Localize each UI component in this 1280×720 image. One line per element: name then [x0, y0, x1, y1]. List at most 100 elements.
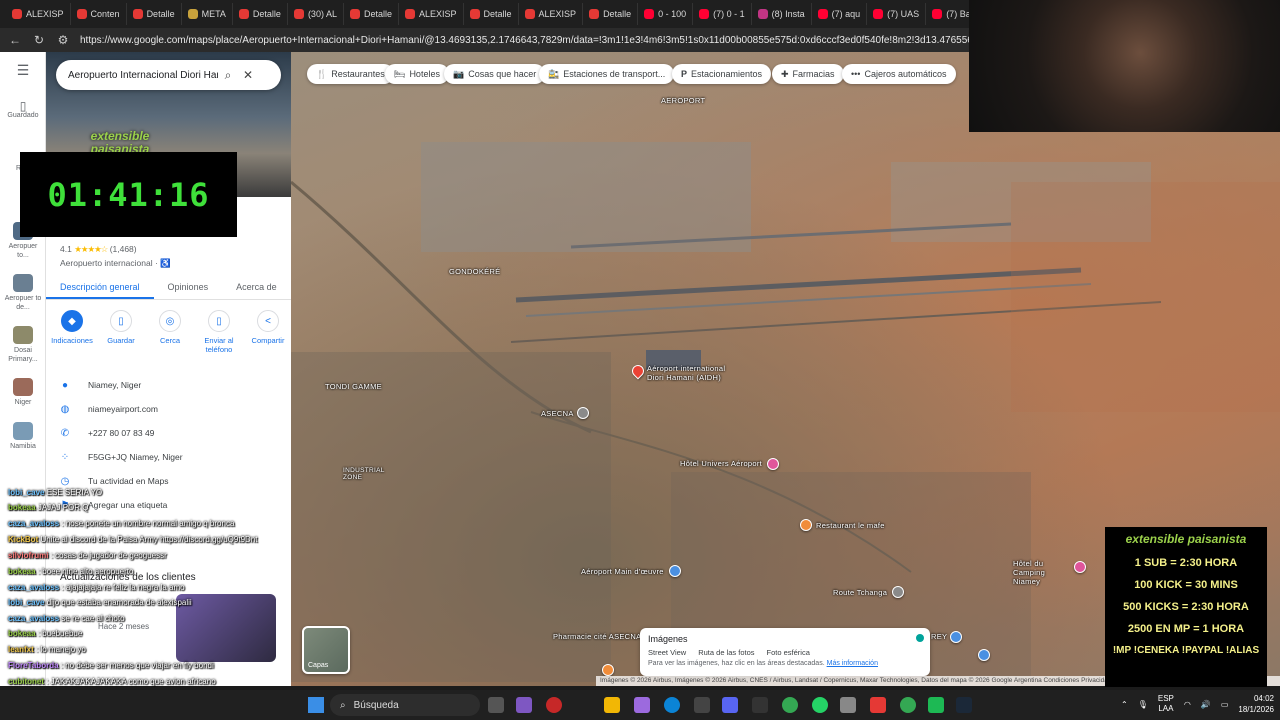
browser-tab[interactable]: 0 - 100	[638, 3, 694, 25]
chat-username[interactable]: caza_avaloss	[8, 583, 59, 592]
hotel-pin-icon[interactable]	[1074, 561, 1086, 573]
nearby-button[interactable]: ◎ Cerca	[148, 310, 192, 354]
chip-things-to-do[interactable]: 📷 Cosas que hacer	[444, 64, 546, 84]
chevron-up-icon[interactable]: ⌃	[1121, 700, 1128, 709]
rail-item-saved[interactable]: ▯ Guardado	[2, 100, 44, 120]
search-input[interactable]	[68, 69, 218, 81]
info-plus-code[interactable]: ⁘ F5GG+JQ Niamey, Niger	[60, 447, 285, 467]
chat-username[interactable]: bokeaa	[8, 567, 36, 576]
chat-username[interactable]: lobi_cave	[8, 488, 44, 497]
map-label-hotel-univers[interactable]: Hôtel Univers Aéroport	[680, 459, 762, 468]
chip-transit[interactable]: 🚉 Estaciones de transport...	[539, 64, 675, 84]
map-label-pharmacie[interactable]: Pharmacie cité ASECNA	[553, 632, 641, 641]
menu-icon[interactable]: ☰	[2, 63, 44, 77]
close-icon[interactable]: ✕	[238, 68, 258, 82]
kick-icon[interactable]	[928, 697, 944, 713]
browser-tab[interactable]: Detalle	[464, 3, 519, 25]
chat-username[interactable]: cubitonet	[8, 677, 44, 686]
chip-atms[interactable]: ••• Cajeros automáticos	[842, 64, 956, 84]
info-website[interactable]: ◍ niameyairport.com	[60, 399, 285, 419]
copilot-icon[interactable]	[516, 697, 532, 713]
tab-about[interactable]: Acerca de	[222, 278, 291, 299]
chip-parking[interactable]: P Estacionamientos	[672, 64, 772, 84]
battery-icon[interactable]: ▭	[1221, 700, 1229, 709]
rail-item-recent-place-5[interactable]: Namibia	[2, 422, 44, 451]
browser-tab[interactable]: ALEXISP	[399, 3, 464, 25]
back-icon[interactable]: ←	[8, 33, 22, 47]
chat-username[interactable]: caza_avaloss	[8, 519, 59, 528]
browser-tab[interactable]: Conten	[71, 3, 127, 25]
chat-username[interactable]: lobi_cave	[8, 598, 44, 607]
chat-username[interactable]: bokeaa	[8, 629, 36, 638]
browser-tab[interactable]: (7) UAS	[867, 3, 927, 25]
maps-search-box[interactable]: ⌕ ✕	[56, 60, 281, 90]
mic-icon[interactable]: 🎙	[1138, 700, 1148, 709]
hotel-pin-icon[interactable]	[767, 458, 779, 470]
poi-pin-icon[interactable]	[602, 664, 614, 676]
url-field[interactable]: https://www.google.com/maps/place/Aeropu…	[80, 35, 980, 46]
browser-tab[interactable]: (8) Insta	[752, 3, 812, 25]
info-phone[interactable]: ✆ +227 80 07 83 49	[60, 423, 285, 443]
taskbar-search[interactable]: ⌕ Búsqueda	[330, 694, 480, 716]
chat-username[interactable]: bokeaa	[8, 503, 36, 512]
browser-tab[interactable]: META	[182, 3, 233, 25]
map-label-hotel-camping[interactable]: Hôtel du Camping Niamey	[1013, 559, 1073, 586]
street-view-option[interactable]: Street View	[648, 648, 686, 657]
browser-tab[interactable]: ALEXISP	[519, 3, 584, 25]
rail-item-recent-place-2[interactable]: Aeropuer to de...	[2, 274, 44, 312]
poi-pin-icon[interactable]	[892, 586, 904, 598]
browser-tab[interactable]: ALEXISP	[6, 3, 71, 25]
steam-icon[interactable]	[956, 697, 972, 713]
opera-icon[interactable]	[546, 697, 562, 713]
map-label-airport[interactable]: Aéroport international Diori Hamani (AID…	[647, 364, 737, 382]
app-icon[interactable]	[694, 697, 710, 713]
images-toggle-icon[interactable]	[916, 634, 924, 642]
photosphere-option[interactable]: Foto esférica	[767, 648, 810, 657]
clock[interactable]: 04:02 18/1/2026	[1238, 693, 1274, 715]
terminal-icon[interactable]	[752, 697, 768, 713]
discord-icon[interactable]	[722, 697, 738, 713]
send-to-phone-button[interactable]: ▯ Enviar al teléfono	[197, 310, 241, 354]
rail-item-recent-place-4[interactable]: Niger	[2, 378, 44, 407]
more-info-link[interactable]: Más información	[827, 660, 878, 667]
obs-icon[interactable]	[870, 697, 886, 713]
restaurant-pin-icon[interactable]	[800, 519, 812, 531]
browser-tab[interactable]: (30) AL	[288, 3, 344, 25]
map-label-aeroport-main[interactable]: Aéroport Main d'œuvre	[581, 567, 664, 576]
edge-icon[interactable]	[664, 697, 680, 713]
chrome-icon[interactable]	[782, 697, 798, 713]
whatsapp-icon[interactable]	[812, 697, 828, 713]
chat-username[interactable]: silviofrumi	[8, 551, 48, 560]
tab-overview[interactable]: Descripción general	[46, 278, 154, 299]
photo-path-option[interactable]: Ruta de las fotos	[698, 648, 754, 657]
chip-restaurants[interactable]: 🍴 Restaurantes	[307, 64, 394, 84]
file-explorer-icon[interactable]	[604, 697, 620, 713]
pen-app-icon[interactable]	[634, 697, 650, 713]
chat-username[interactable]: leanfxt	[8, 645, 34, 654]
task-view-icon[interactable]	[488, 697, 504, 713]
share-button[interactable]: < Compartir	[246, 310, 290, 354]
map-label-asecna[interactable]: ASECNA	[541, 409, 574, 418]
map-label-restaurant[interactable]: Restaurant le mafe	[816, 521, 885, 530]
browser-tab[interactable]: Detalle	[344, 3, 399, 25]
volume-icon[interactable]: 🔊	[1201, 700, 1211, 709]
poi-pin-icon[interactable]	[978, 649, 990, 661]
browser-tab[interactable]: Detalle	[233, 3, 288, 25]
language-indicator[interactable]: ESP LAA	[1158, 694, 1174, 714]
wifi-icon[interactable]: ◠	[1184, 700, 1191, 709]
chip-pharmacies[interactable]: ✚ Farmacias	[772, 64, 844, 84]
rail-item-recent-place-3[interactable]: Dosai Primary...	[2, 326, 44, 364]
browser-tab[interactable]: Detalle	[127, 3, 182, 25]
chrome-icon[interactable]	[900, 697, 916, 713]
search-icon[interactable]: ⌕	[218, 68, 238, 83]
info-address[interactable]: ● Niamey, Niger	[60, 375, 285, 395]
tab-reviews[interactable]: Opiniones	[154, 278, 223, 299]
review-count[interactable]: (1,468)	[110, 244, 137, 254]
settings-icon[interactable]	[840, 697, 856, 713]
poi-pin-icon[interactable]	[669, 565, 681, 577]
poi-pin-icon[interactable]	[577, 407, 589, 419]
browser-tab[interactable]: (7) 0 - 1	[693, 3, 752, 25]
chat-username[interactable]: caza_avaloss	[8, 614, 59, 623]
save-button[interactable]: ▯ Guardar	[99, 310, 143, 354]
chat-username[interactable]: FloreTaborda	[8, 661, 59, 670]
